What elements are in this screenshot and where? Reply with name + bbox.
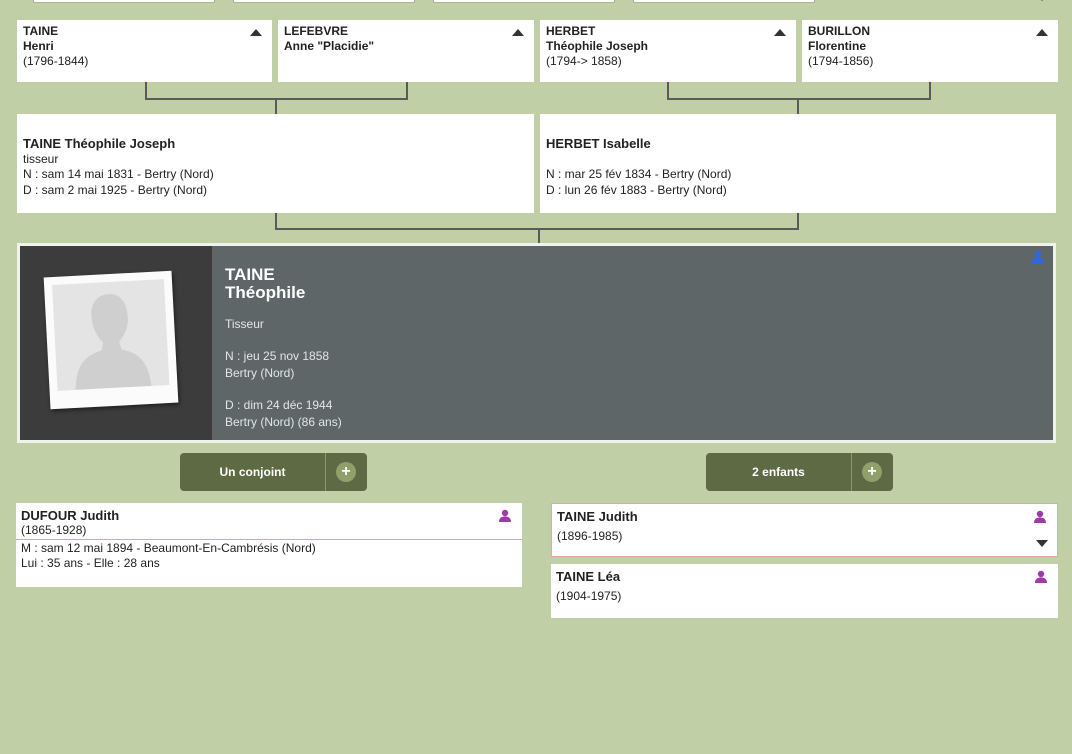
parent-card-father[interactable]: TAINE Théophile Joseph tisseur N : sam 1… <box>17 114 534 213</box>
grandparent-surname: HERBET <box>546 24 596 38</box>
connector-line <box>275 98 277 114</box>
children-button-label: 2 enfants <box>752 465 805 479</box>
parent-death: D : sam 2 mai 1925 - Bertry (Nord) <box>23 182 208 197</box>
person-birth-place: Bertry (Nord) <box>225 366 295 380</box>
person-death-date: D : dim 24 déc 1944 <box>225 398 333 412</box>
profile-photo-placeholder[interactable] <box>43 270 179 410</box>
silhouette-icon <box>75 294 152 390</box>
grandparent-dates: (1794-1856) <box>808 54 874 68</box>
top-box-3[interactable] <box>433 0 615 3</box>
child-dates: (1896-1985) <box>557 529 623 543</box>
parent-birth: N : sam 14 mai 1831 - Bertry (Nord) <box>23 167 214 181</box>
grandparent-surname: BURILLON <box>808 24 870 38</box>
spouse-card[interactable]: DUFOUR Judith (1865-1928) M : sam 12 mai… <box>16 503 522 587</box>
button-divider <box>325 453 326 491</box>
parent-occupation <box>546 152 1050 168</box>
arrow-up-icon[interactable] <box>250 28 262 36</box>
spouses-button[interactable]: Un conjoint + <box>180 453 367 491</box>
user-icon-purple[interactable] <box>1033 510 1047 524</box>
grandparent-card-taine[interactable]: TAINE Henri (1796-1844) <box>17 20 272 82</box>
chevron-down-icon[interactable] <box>1036 540 1048 548</box>
grandparent-surname: LEFEBVRE <box>284 24 349 38</box>
parent-occupation: tisseur <box>23 151 59 166</box>
person-occupation: Tisseur <box>225 317 264 331</box>
parent-name: HERBET Isabelle <box>546 136 651 151</box>
grandparent-given-name: Florentine <box>808 39 867 53</box>
grandparent-card-burillon[interactable]: BURILLON Florentine (1794-1856) <box>802 20 1058 82</box>
button-divider <box>851 453 852 491</box>
person-birth-date: N : jeu 25 nov 1858 <box>225 349 330 363</box>
spouse-ages: Lui : 35 ans - Elle : 28 ans <box>21 556 160 570</box>
connector-line <box>667 98 931 100</box>
main-person-info: TAINE Théophile Tisseur N : jeu 25 nov 1… <box>225 266 342 431</box>
add-child-plus-icon[interactable]: + <box>862 462 882 482</box>
child-card[interactable]: TAINE Judith (1896-1985) <box>551 503 1058 557</box>
parent-birth: N : mar 25 fév 1834 - Bertry (Nord) <box>546 167 732 181</box>
top-box-2[interactable] <box>233 0 415 3</box>
arrow-up-icon[interactable] <box>1036 28 1048 36</box>
person-death-place: Bertry (Nord) (86 ans) <box>225 415 342 429</box>
arrow-up-icon[interactable] <box>512 28 524 36</box>
connector-line <box>797 98 799 114</box>
spouse-dates: (1865-1928) <box>21 523 87 537</box>
child-name: TAINE Judith <box>557 509 638 524</box>
photo-area <box>20 246 212 440</box>
grandparent-given-name: Anne "Placidie" <box>284 39 375 53</box>
user-icon-purple[interactable] <box>1034 570 1048 584</box>
user-icon-purple[interactable] <box>498 509 512 523</box>
parent-card-mother[interactable]: HERBET Isabelle N : mar 25 fév 1834 - Be… <box>540 114 1056 213</box>
person-surname: TAINE <box>225 265 275 284</box>
parent-name: TAINE Théophile Joseph <box>23 136 176 151</box>
top-box-4[interactable] <box>633 0 815 3</box>
top-box-1[interactable] <box>33 0 215 3</box>
chevron-down-icon[interactable] <box>1036 0 1048 4</box>
grandparent-card-lefebvre[interactable]: LEFEBVRE Anne "Placidie" <box>278 20 534 82</box>
grandparent-card-herbet[interactable]: HERBET Théophile Joseph (1794-> 1858) <box>540 20 796 82</box>
children-button[interactable]: 2 enfants + <box>706 453 893 491</box>
child-dates: (1904-1975) <box>556 589 622 603</box>
grandparent-dates: (1794-> 1858) <box>546 54 622 68</box>
spouse-name: DUFOUR Judith <box>21 508 120 523</box>
connector-line <box>275 228 799 230</box>
grandparent-surname: TAINE <box>23 24 59 38</box>
grandparent-dates: (1796-1844) <box>23 54 89 68</box>
add-spouse-plus-icon[interactable]: + <box>336 462 356 482</box>
grandparent-given-name: Henri <box>23 39 54 53</box>
connector-line <box>538 228 540 243</box>
person-given-name: Théophile <box>225 283 306 302</box>
child-card[interactable]: TAINE Léa (1904-1975) <box>551 564 1058 618</box>
user-icon-blue[interactable] <box>1031 250 1045 264</box>
spouse-divider <box>16 539 522 540</box>
child-name: TAINE Léa <box>556 569 621 584</box>
parent-death: D : lun 26 fév 1883 - Bertry (Nord) <box>546 182 727 197</box>
arrow-up-icon[interactable] <box>774 28 786 36</box>
spouses-button-label: Un conjoint <box>219 465 286 479</box>
grandparent-given-name: Théophile Joseph <box>546 39 649 53</box>
main-person-card[interactable]: TAINE Théophile Tisseur N : jeu 25 nov 1… <box>17 243 1056 443</box>
marriage-info: M : sam 12 mai 1894 - Beaumont-En-Cambré… <box>21 541 316 555</box>
